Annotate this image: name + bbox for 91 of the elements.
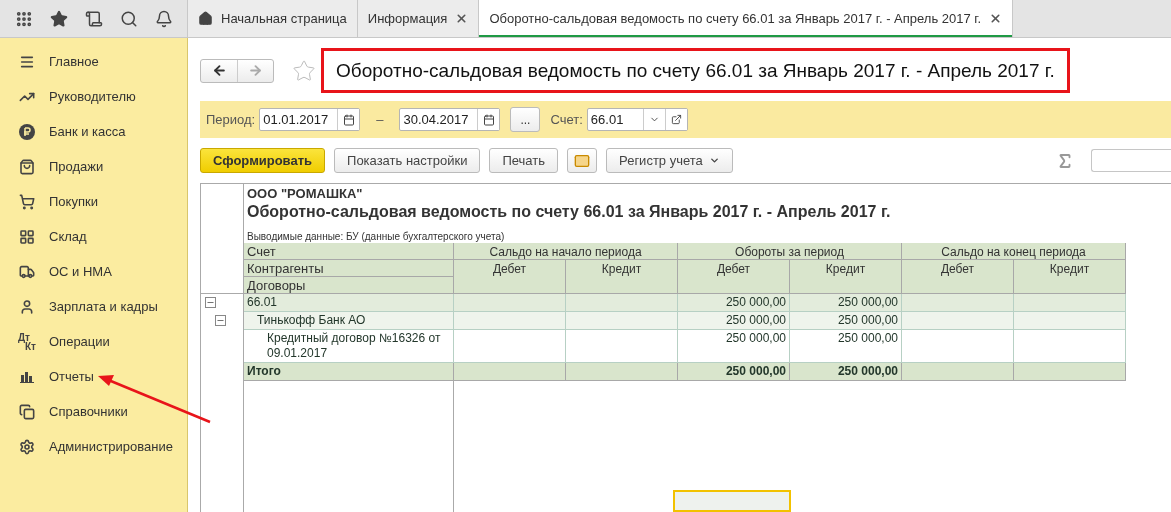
collapse-toggle[interactable] bbox=[215, 315, 226, 326]
date-from-field[interactable]: 01.01.2017 bbox=[259, 108, 361, 131]
caret-icon bbox=[708, 155, 720, 166]
column-header: Дебет bbox=[454, 260, 566, 294]
column-group-header: Обороты за период bbox=[678, 243, 902, 260]
action-button[interactable]: Показать настройки bbox=[334, 148, 481, 173]
sidebar-item-label: Покупки bbox=[49, 194, 98, 209]
sidebar-item-label: Склад bbox=[49, 229, 87, 244]
sidebar-item[interactable]: Руководителю bbox=[0, 79, 187, 114]
coin-icon bbox=[18, 123, 36, 140]
sidebar-item-label: Отчеты bbox=[49, 369, 94, 384]
apps-icon[interactable] bbox=[14, 9, 33, 28]
date-dash: – bbox=[376, 112, 384, 127]
account-label: Счет: bbox=[550, 112, 583, 127]
row-label: 66.01 bbox=[244, 294, 454, 312]
amount-cell: 250 000,00 bbox=[790, 294, 902, 312]
envelope-icon bbox=[574, 152, 591, 169]
calendar-icon[interactable] bbox=[477, 109, 500, 130]
column-header: Дебет bbox=[902, 260, 1014, 294]
documents-icon bbox=[18, 403, 36, 420]
amount-cell: 250 000,00 bbox=[678, 312, 790, 330]
column-header: Кредит bbox=[566, 260, 678, 294]
amount-cell: 250 000,00 bbox=[678, 294, 790, 312]
debit-credit-icon: Дт Кт bbox=[18, 332, 36, 351]
collapse-toggle[interactable] bbox=[205, 297, 216, 308]
sidebar-item[interactable]: Склад bbox=[0, 219, 187, 254]
sidebar-item[interactable]: Справочники bbox=[0, 394, 187, 429]
column-header: Дебет bbox=[678, 260, 790, 294]
home-icon bbox=[198, 11, 213, 26]
sidebar-item-label: ОС и НМА bbox=[49, 264, 112, 279]
generate-button[interactable]: Сформировать bbox=[200, 148, 326, 173]
mail-button[interactable] bbox=[567, 148, 598, 173]
amount-cell: 250 000,00 bbox=[790, 330, 902, 363]
tab[interactable]: Оборотно-сальдовая ведомость по счету 66.01 за Январь 2017 г. - Апрель 2017 г. bbox=[479, 0, 1014, 37]
star-icon[interactable] bbox=[49, 9, 68, 28]
sidebar-item[interactable]: Продажи bbox=[0, 149, 187, 184]
sidebar-item[interactable]: Зарплата и кадры bbox=[0, 289, 187, 324]
total-label: Итого bbox=[244, 363, 454, 381]
column-header: Кредит bbox=[790, 260, 902, 294]
sidebar-item-label: Зарплата и кадры bbox=[49, 299, 158, 314]
row-label: Тинькофф Банк АО bbox=[244, 312, 454, 330]
amount-cell: 250 000,00 bbox=[678, 330, 790, 363]
tab[interactable]: Начальная страница bbox=[188, 0, 358, 37]
favorite-star-icon[interactable] bbox=[292, 58, 316, 83]
truck-icon bbox=[18, 263, 36, 280]
bell-icon[interactable] bbox=[154, 9, 173, 28]
calendar-icon[interactable] bbox=[337, 109, 360, 130]
register-dropdown[interactable]: Регистр учета bbox=[606, 148, 733, 173]
sidebar-item[interactable]: Покупки bbox=[0, 184, 187, 219]
period-select-button[interactable]: ... bbox=[510, 107, 541, 132]
history-icon[interactable] bbox=[84, 9, 103, 28]
sidebar-item[interactable]: Банк и касса bbox=[0, 114, 187, 149]
column-group-header: Сальдо на начало периода bbox=[454, 243, 678, 260]
company-name: ООО "РОМАШКА" bbox=[246, 185, 364, 201]
arrow-right-icon bbox=[248, 63, 263, 78]
row-header: Контрагенты bbox=[244, 260, 454, 277]
search-icon[interactable] bbox=[119, 9, 138, 28]
tab[interactable]: Информация bbox=[357, 0, 480, 37]
sidebar-item-label: Продажи bbox=[49, 159, 104, 174]
date-to-field[interactable]: 30.04.2017 bbox=[399, 108, 501, 131]
sidebar-item[interactable]: Дт Кт Операции bbox=[0, 324, 187, 359]
total-amount-cell: 250 000,00 bbox=[678, 363, 790, 381]
sidebar-item-label: Справочники bbox=[49, 404, 128, 419]
sidebar-item-label: Администрирование bbox=[49, 439, 173, 454]
column-header: Кредит bbox=[1014, 260, 1126, 294]
account-field[interactable]: 66.01 bbox=[586, 108, 688, 131]
row-label: Кредитный договор №16326 от 09.01.2017 bbox=[244, 330, 454, 363]
sidebar-item-label: Руководителю bbox=[49, 89, 136, 104]
form-title: Оборотно-сальдовая ведомость по счету 66.01 за Январь 2017 г. - Апрель 2017 г. bbox=[321, 48, 1070, 93]
amount-cell: 250 000,00 bbox=[790, 312, 902, 330]
gear-icon bbox=[18, 438, 36, 455]
sidebar-item-label: Главное bbox=[49, 54, 99, 69]
row-header: Счет bbox=[244, 243, 454, 260]
report-title: Оборотно-сальдовая ведомость по счету 66.01 за Январь 2017 г. - Апрель 2017 г. bbox=[246, 202, 892, 222]
row-header: Договоры bbox=[244, 277, 454, 294]
column-group-header: Сальдо на конец периода bbox=[902, 243, 1126, 260]
sidebar-item-label: Банк и касса bbox=[49, 124, 126, 139]
cart-icon bbox=[18, 193, 36, 210]
sidebar-item[interactable]: Главное bbox=[0, 44, 187, 79]
action-button[interactable]: Печать bbox=[489, 148, 559, 173]
open-icon[interactable] bbox=[664, 109, 687, 130]
sidebar-item-label: Операции bbox=[49, 334, 110, 349]
grid-icon bbox=[18, 228, 36, 245]
search-field[interactable] bbox=[1091, 149, 1171, 172]
output-data-note: Выводимые данные: БУ (данные бухгалтерского учета) bbox=[246, 230, 506, 243]
sidebar-item[interactable]: ОС и НМА bbox=[0, 254, 187, 289]
sidebar-item[interactable]: Отчеты bbox=[0, 359, 187, 394]
period-label: Период: bbox=[206, 112, 256, 127]
sidebar-item[interactable]: Администрирование bbox=[0, 429, 187, 464]
total-amount-cell: 250 000,00 bbox=[790, 363, 902, 381]
bag-icon bbox=[18, 158, 36, 175]
